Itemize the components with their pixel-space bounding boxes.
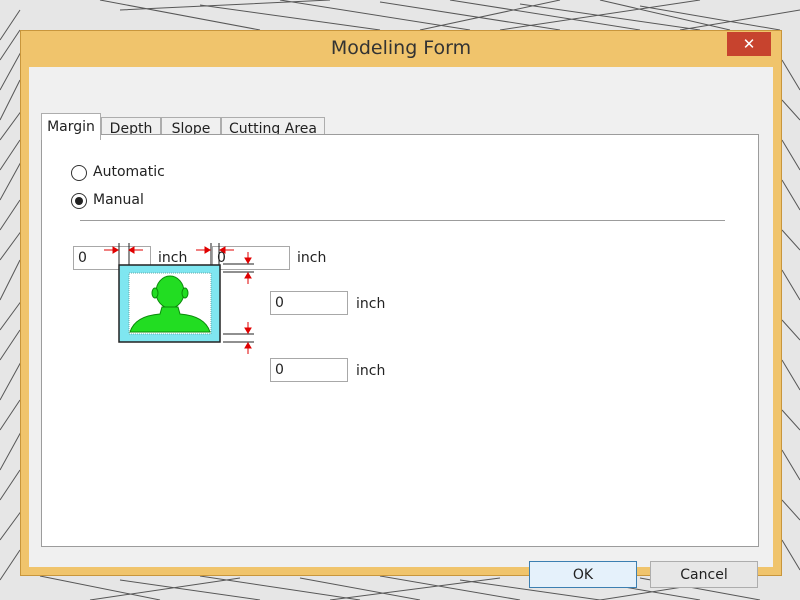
- ok-button-label: OK: [572, 566, 594, 583]
- margin-diagram-icon: [123, 276, 283, 396]
- tab-margin[interactable]: Margin: [41, 113, 101, 140]
- right-margin-input[interactable]: [212, 246, 290, 270]
- manual-label[interactable]: Manual: [93, 192, 144, 208]
- window-title: Modeling Form: [330, 37, 472, 59]
- tab-margin-label: Margin: [47, 119, 95, 135]
- manual-radio-selected-dot: [75, 197, 83, 205]
- manual-radio[interactable]: [71, 193, 87, 209]
- automatic-radio[interactable]: [71, 165, 87, 181]
- automatic-label[interactable]: Automatic: [93, 164, 165, 180]
- close-button[interactable]: ✕: [727, 32, 771, 56]
- cancel-button[interactable]: Cancel: [650, 561, 758, 588]
- separator-line: [80, 220, 725, 222]
- right-margin-unit: inch: [297, 250, 327, 266]
- left-margin-unit: inch: [158, 250, 188, 266]
- cancel-button-label: Cancel: [680, 566, 728, 583]
- left-margin-input[interactable]: [73, 246, 151, 270]
- bottom-margin-unit: inch: [356, 363, 386, 379]
- ok-button[interactable]: OK: [529, 561, 637, 588]
- close-icon: ✕: [742, 35, 756, 53]
- modeling-form-window: Modeling Form ✕ Margin Depth Slope Cutti…: [20, 30, 782, 588]
- title-bar[interactable]: Modeling Form ✕: [21, 31, 781, 67]
- top-margin-unit: inch: [356, 296, 386, 312]
